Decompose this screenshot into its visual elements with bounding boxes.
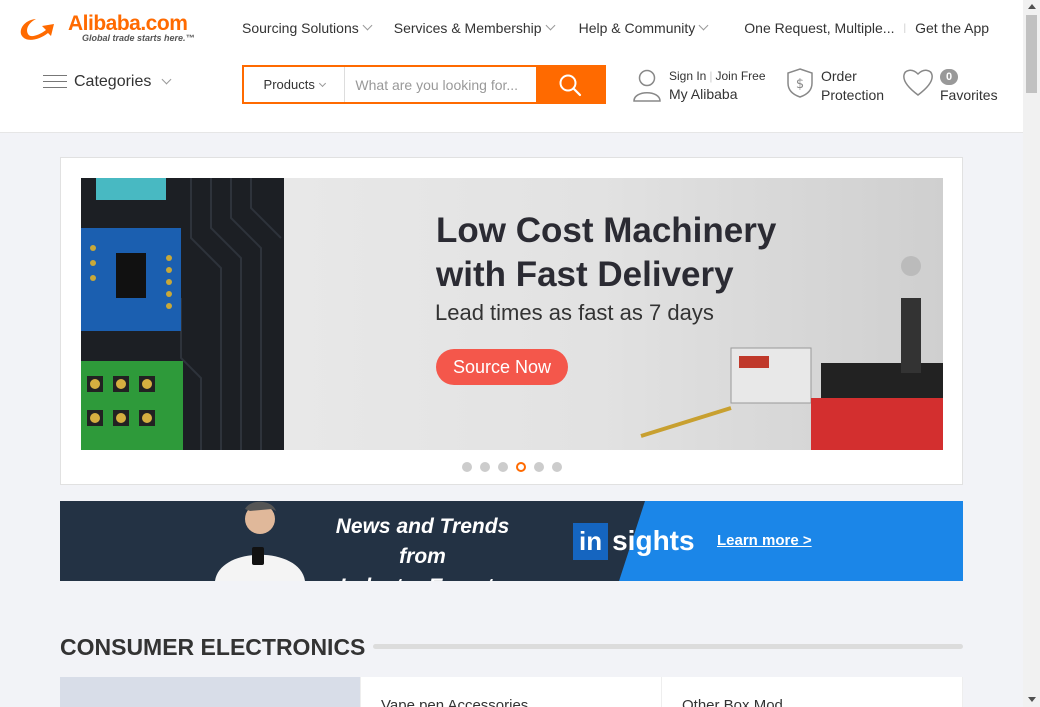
- svg-text:$: $: [796, 77, 804, 92]
- search-input[interactable]: [345, 67, 537, 102]
- nav-sourcing-solutions[interactable]: Sourcing Solutions: [242, 20, 373, 36]
- insights-title-line2: Industry Experts: [315, 572, 530, 581]
- search-scope-select[interactable]: Products: [244, 67, 346, 102]
- section-divider: [373, 644, 963, 649]
- order-protection-link[interactable]: $ Order Protection: [786, 67, 884, 105]
- scroll-down-arrow-icon[interactable]: [1028, 697, 1036, 702]
- site-header: Alibaba.com Global trade starts here.™ S…: [0, 0, 1023, 133]
- favorites-label: Favorites: [940, 87, 998, 103]
- heart-icon: [903, 69, 933, 96]
- category-feature-card[interactable]: [60, 677, 361, 707]
- join-free-link[interactable]: Join Free: [715, 69, 765, 83]
- search-scope-label: Products: [263, 77, 315, 92]
- nav-get-app[interactable]: Get the App: [915, 20, 989, 36]
- logo-tagline: Global trade starts here.™: [82, 33, 195, 43]
- my-alibaba-link[interactable]: My Alibaba: [669, 85, 766, 104]
- carousel-dot[interactable]: [534, 462, 544, 472]
- nav-label: Help & Community: [578, 20, 696, 36]
- chevron-down-icon: [318, 79, 326, 87]
- insights-title: News and Trends from Industry Experts: [315, 512, 530, 581]
- scroll-up-arrow-icon[interactable]: [1028, 4, 1036, 9]
- learn-more-link[interactable]: Learn more >: [717, 532, 812, 549]
- sign-in-link[interactable]: Sign In: [669, 69, 706, 83]
- carousel-dot[interactable]: [552, 462, 562, 472]
- chevron-down-icon: [545, 20, 556, 31]
- categories-label: Categories: [74, 73, 152, 90]
- category-cards: Vape pen Accessories Other Box Mod: [60, 677, 963, 707]
- hero-carousel: Low Cost Machinery with Fast Delivery Le…: [60, 157, 963, 485]
- section-title: CONSUMER ELECTRONICS: [60, 634, 366, 660]
- category-card[interactable]: Vape pen Accessories: [361, 677, 662, 707]
- page-scrollbar[interactable]: [1023, 0, 1040, 707]
- nav-services-membership[interactable]: Services & Membership: [393, 20, 556, 36]
- carousel-dots: [462, 462, 570, 472]
- categories-menu[interactable]: Categories: [43, 73, 172, 91]
- link-divider: |: [709, 69, 713, 83]
- search-bar: Products: [242, 65, 606, 104]
- carousel-dot-active[interactable]: [516, 462, 526, 472]
- scrollbar-thumb[interactable]: [1026, 15, 1037, 93]
- hero-banner[interactable]: Low Cost Machinery with Fast Delivery Le…: [81, 178, 943, 450]
- order-line2: Protection: [821, 87, 885, 103]
- carousel-dot[interactable]: [480, 462, 490, 472]
- insights-logo: in sights: [573, 520, 695, 562]
- nav-one-request[interactable]: One Request, Multiple...: [744, 20, 894, 36]
- search-button[interactable]: [536, 67, 604, 102]
- banner-title-line2: with Fast Delivery: [436, 255, 734, 294]
- carousel-dot[interactable]: [498, 462, 508, 472]
- top-navigation: Sourcing Solutions Services & Membership…: [242, 18, 989, 38]
- nav-divider: |: [903, 22, 907, 34]
- favorites-count-badge: 0: [940, 69, 958, 85]
- source-now-button[interactable]: Source Now: [436, 349, 568, 385]
- favorites-link[interactable]: 0 Favorites: [902, 67, 998, 105]
- alibaba-logo-icon: [20, 19, 54, 40]
- category-card-label: Vape pen Accessories: [381, 697, 529, 707]
- banner-title: Low Cost Machinery with Fast Delivery: [436, 209, 776, 297]
- menu-icon: [43, 74, 67, 90]
- category-card[interactable]: Other Box Mod: [662, 677, 963, 707]
- nav-help-community[interactable]: Help & Community: [578, 20, 709, 36]
- chevron-down-icon: [698, 20, 709, 31]
- order-line1: Order: [821, 68, 857, 84]
- circuit-board-image: [81, 178, 284, 450]
- shield-dollar-icon: $: [787, 68, 813, 98]
- user-icon: [633, 69, 661, 102]
- account-menu[interactable]: Sign In | Join Free My Alibaba: [632, 68, 766, 104]
- insights-title-line1: News and Trends from: [335, 515, 510, 568]
- chevron-down-icon: [362, 20, 373, 31]
- carousel-dot[interactable]: [462, 462, 472, 472]
- nav-label: Get the App: [915, 20, 990, 36]
- presenter-image: [215, 501, 305, 581]
- search-icon: [559, 74, 582, 96]
- chevron-down-icon: [161, 74, 172, 85]
- nav-label: Sourcing Solutions: [242, 20, 359, 36]
- alibaba-logo[interactable]: Alibaba.com Global trade starts here.™: [16, 12, 206, 46]
- category-card-label: Other Box Mod: [682, 697, 783, 707]
- nav-label: Services & Membership: [393, 20, 542, 36]
- insights-logo-sights: sights: [612, 525, 695, 556]
- banner-title-line1: Low Cost Machinery: [436, 211, 777, 250]
- banner-subtitle: Lead times as fast as 7 days: [435, 300, 714, 325]
- nav-label: One Request, Multiple...: [744, 20, 895, 36]
- insights-banner[interactable]: News and Trends from Industry Experts in…: [60, 501, 963, 581]
- insights-logo-in: in: [573, 522, 609, 560]
